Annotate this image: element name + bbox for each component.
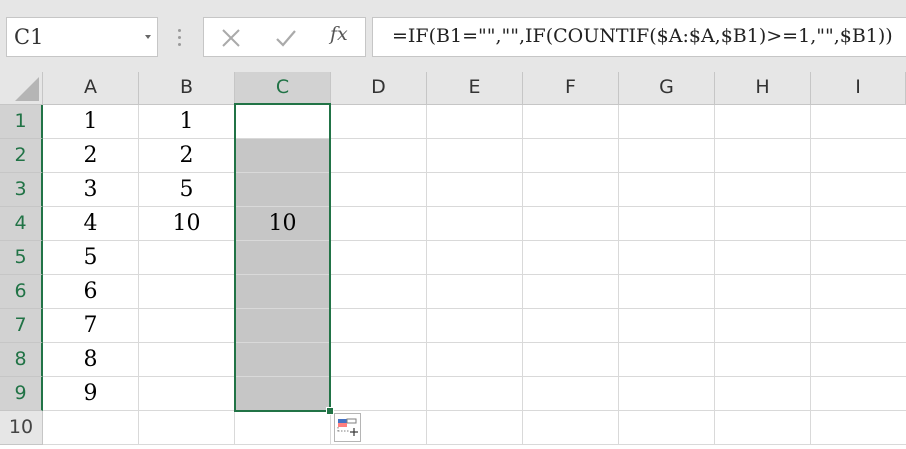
- formula-text: =IF(B1="","",IF(COUNTIF($A:$A,$B1)>=1,""…: [392, 25, 893, 47]
- cell-a5[interactable]: 5: [43, 241, 139, 275]
- cell-c4[interactable]: 10: [235, 207, 331, 241]
- cell-a8[interactable]: 8: [43, 343, 139, 377]
- row-header-5[interactable]: 5: [0, 241, 43, 275]
- name-box[interactable]: C1: [6, 17, 158, 57]
- cell-b1[interactable]: 1: [139, 105, 235, 139]
- row-header-1[interactable]: 1: [0, 105, 43, 139]
- insert-function-button[interactable]: fx: [330, 23, 348, 45]
- row-header-2[interactable]: 2: [0, 139, 43, 173]
- cell-b7[interactable]: [139, 309, 235, 343]
- cell-a6[interactable]: 6: [43, 275, 139, 309]
- column-header-d[interactable]: D: [331, 72, 427, 105]
- cell-b4[interactable]: 10: [139, 207, 235, 241]
- row-header-10[interactable]: 10: [0, 411, 43, 445]
- row-header-3[interactable]: 3: [0, 173, 43, 207]
- row-header-8[interactable]: 8: [0, 343, 43, 377]
- column-header-c[interactable]: C: [235, 72, 331, 105]
- select-all-button[interactable]: [0, 72, 43, 105]
- chevron-down-icon[interactable]: [145, 35, 151, 39]
- cell-b2[interactable]: 2: [139, 139, 235, 173]
- formula-input[interactable]: =IF(B1="","",IF(COUNTIF($A:$A,$B1)>=1,""…: [372, 17, 906, 57]
- column-header-a[interactable]: A: [43, 72, 139, 105]
- cell-a4[interactable]: 4: [43, 207, 139, 241]
- cell-a7[interactable]: 7: [43, 309, 139, 343]
- cell-c3[interactable]: [235, 173, 331, 207]
- column-header-h[interactable]: H: [715, 72, 811, 105]
- cell-a2[interactable]: 2: [43, 139, 139, 173]
- name-box-value: C1: [14, 25, 44, 49]
- row-header-7[interactable]: 7: [0, 309, 43, 343]
- column-header-f[interactable]: F: [523, 72, 619, 105]
- cell-a3[interactable]: 3: [43, 173, 139, 207]
- cell-c6[interactable]: [235, 275, 331, 309]
- fill-handle[interactable]: [326, 407, 334, 415]
- cell-c9[interactable]: [235, 377, 331, 411]
- cell-c8[interactable]: [235, 343, 331, 377]
- cell-b8[interactable]: [139, 343, 235, 377]
- select-all-triangle-icon: [15, 77, 39, 101]
- formula-buttons: fx: [203, 17, 366, 57]
- cell-b10[interactable]: [139, 411, 235, 445]
- row-header-4[interactable]: 4: [0, 207, 43, 241]
- row-header-6[interactable]: 6: [0, 275, 43, 309]
- cell-b5[interactable]: [139, 241, 235, 275]
- row-header-9[interactable]: 9: [0, 377, 43, 411]
- checkmark-icon[interactable]: [274, 27, 298, 49]
- cell-b3[interactable]: 5: [139, 173, 235, 207]
- column-header-g[interactable]: G: [619, 72, 715, 105]
- quick-analysis-button[interactable]: [334, 413, 361, 442]
- quick-analysis-icon: [337, 418, 358, 436]
- grip-dots-icon[interactable]: [178, 29, 181, 46]
- close-icon[interactable]: [220, 27, 242, 49]
- column-header-b[interactable]: B: [139, 72, 235, 105]
- cell-a9[interactable]: 9: [43, 377, 139, 411]
- cell-a10[interactable]: [43, 411, 139, 445]
- cell-b6[interactable]: [139, 275, 235, 309]
- cell-c7[interactable]: [235, 309, 331, 343]
- empty-cells[interactable]: [331, 105, 906, 445]
- cell-a1[interactable]: 1: [43, 105, 139, 139]
- column-header-e[interactable]: E: [427, 72, 523, 105]
- cell-b9[interactable]: [139, 377, 235, 411]
- formula-bar-area: C1 fx =IF(B1="","",IF(COUNTIF($A:$A,$B1)…: [0, 0, 906, 72]
- cell-c1[interactable]: [235, 105, 331, 139]
- column-header-i[interactable]: I: [811, 72, 906, 105]
- cell-c10[interactable]: [235, 411, 331, 445]
- cell-c5[interactable]: [235, 241, 331, 275]
- cell-c2[interactable]: [235, 139, 331, 173]
